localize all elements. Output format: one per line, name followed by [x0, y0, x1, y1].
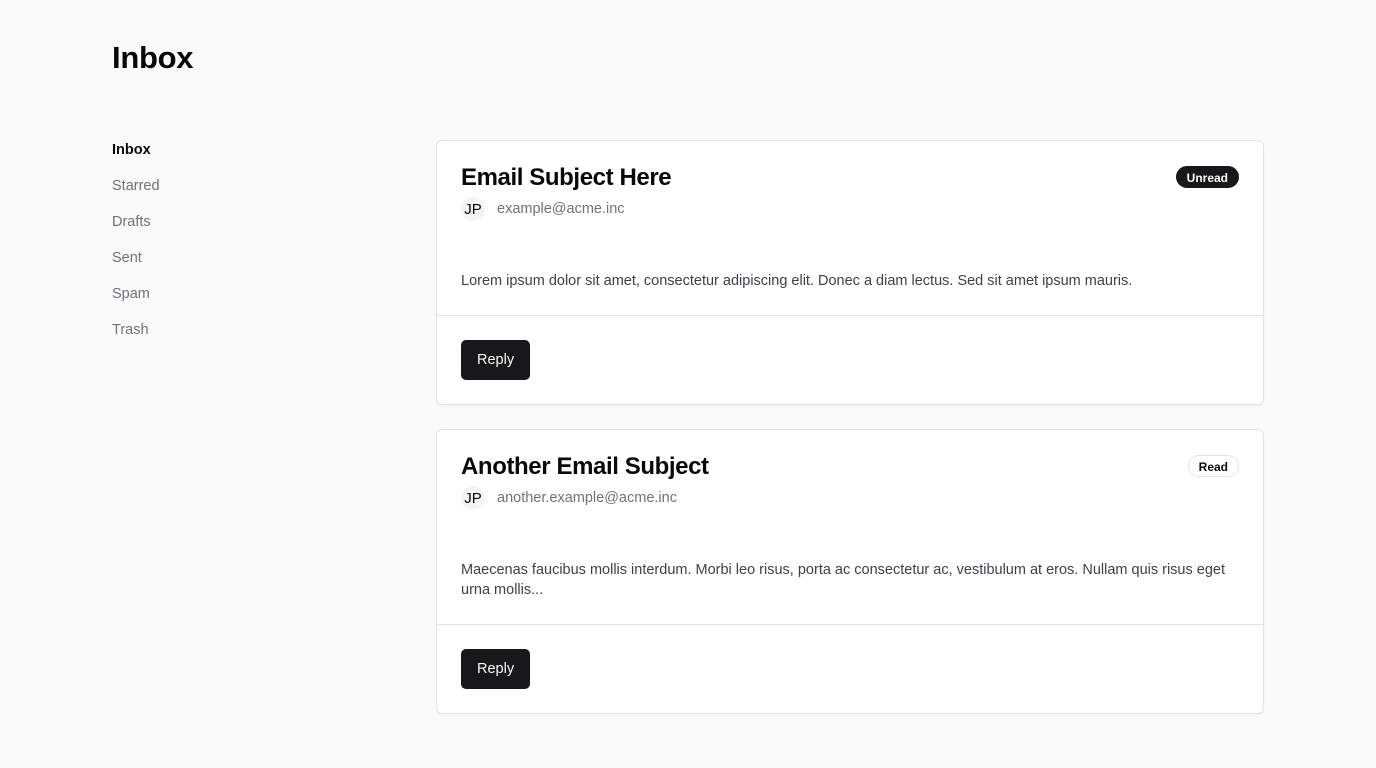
sidebar-item-spam[interactable]: Spam — [112, 284, 312, 320]
email-preview: Lorem ipsum dolor sit amet, consectetur … — [461, 273, 1133, 289]
email-subject: Email Subject Here — [461, 164, 672, 191]
sidebar-item-trash[interactable]: Trash — [112, 320, 312, 356]
email-card-footer: Reply — [437, 624, 1263, 713]
email-card-header: Email Subject Here Unread JP example@acm… — [437, 141, 1263, 221]
email-card: Email Subject Here Unread JP example@acm… — [436, 140, 1264, 405]
status-badge: Read — [1187, 455, 1239, 477]
status-badge: Unread — [1175, 166, 1239, 188]
reply-button[interactable]: Reply — [461, 649, 531, 689]
email-list: Email Subject Here Unread JP example@acm… — [436, 140, 1264, 738]
avatar: JP — [461, 197, 485, 221]
reply-button[interactable]: Reply — [461, 340, 531, 380]
email-sender: JP example@acme.inc — [461, 197, 1239, 221]
sender-email: example@acme.inc — [497, 201, 625, 217]
page-title: Inbox — [112, 40, 194, 75]
sidebar-nav: Inbox Starred Drafts Sent Spam Trash — [112, 140, 312, 356]
email-sender: JP another.example@acme.inc — [461, 486, 1239, 510]
sidebar-item-sent[interactable]: Sent — [112, 248, 312, 284]
email-preview: Maecenas faucibus mollis interdum. Morbi… — [461, 562, 1225, 598]
email-subject: Another Email Subject — [461, 453, 709, 480]
sidebar-item-inbox[interactable]: Inbox — [112, 140, 312, 176]
avatar: JP — [461, 486, 485, 510]
email-card-header: Another Email Subject Read JP another.ex… — [437, 430, 1263, 510]
email-card: Another Email Subject Read JP another.ex… — [436, 429, 1264, 714]
sender-email: another.example@acme.inc — [497, 490, 677, 506]
sidebar-item-starred[interactable]: Starred — [112, 176, 312, 212]
sidebar-item-drafts[interactable]: Drafts — [112, 212, 312, 248]
email-card-footer: Reply — [437, 315, 1263, 404]
